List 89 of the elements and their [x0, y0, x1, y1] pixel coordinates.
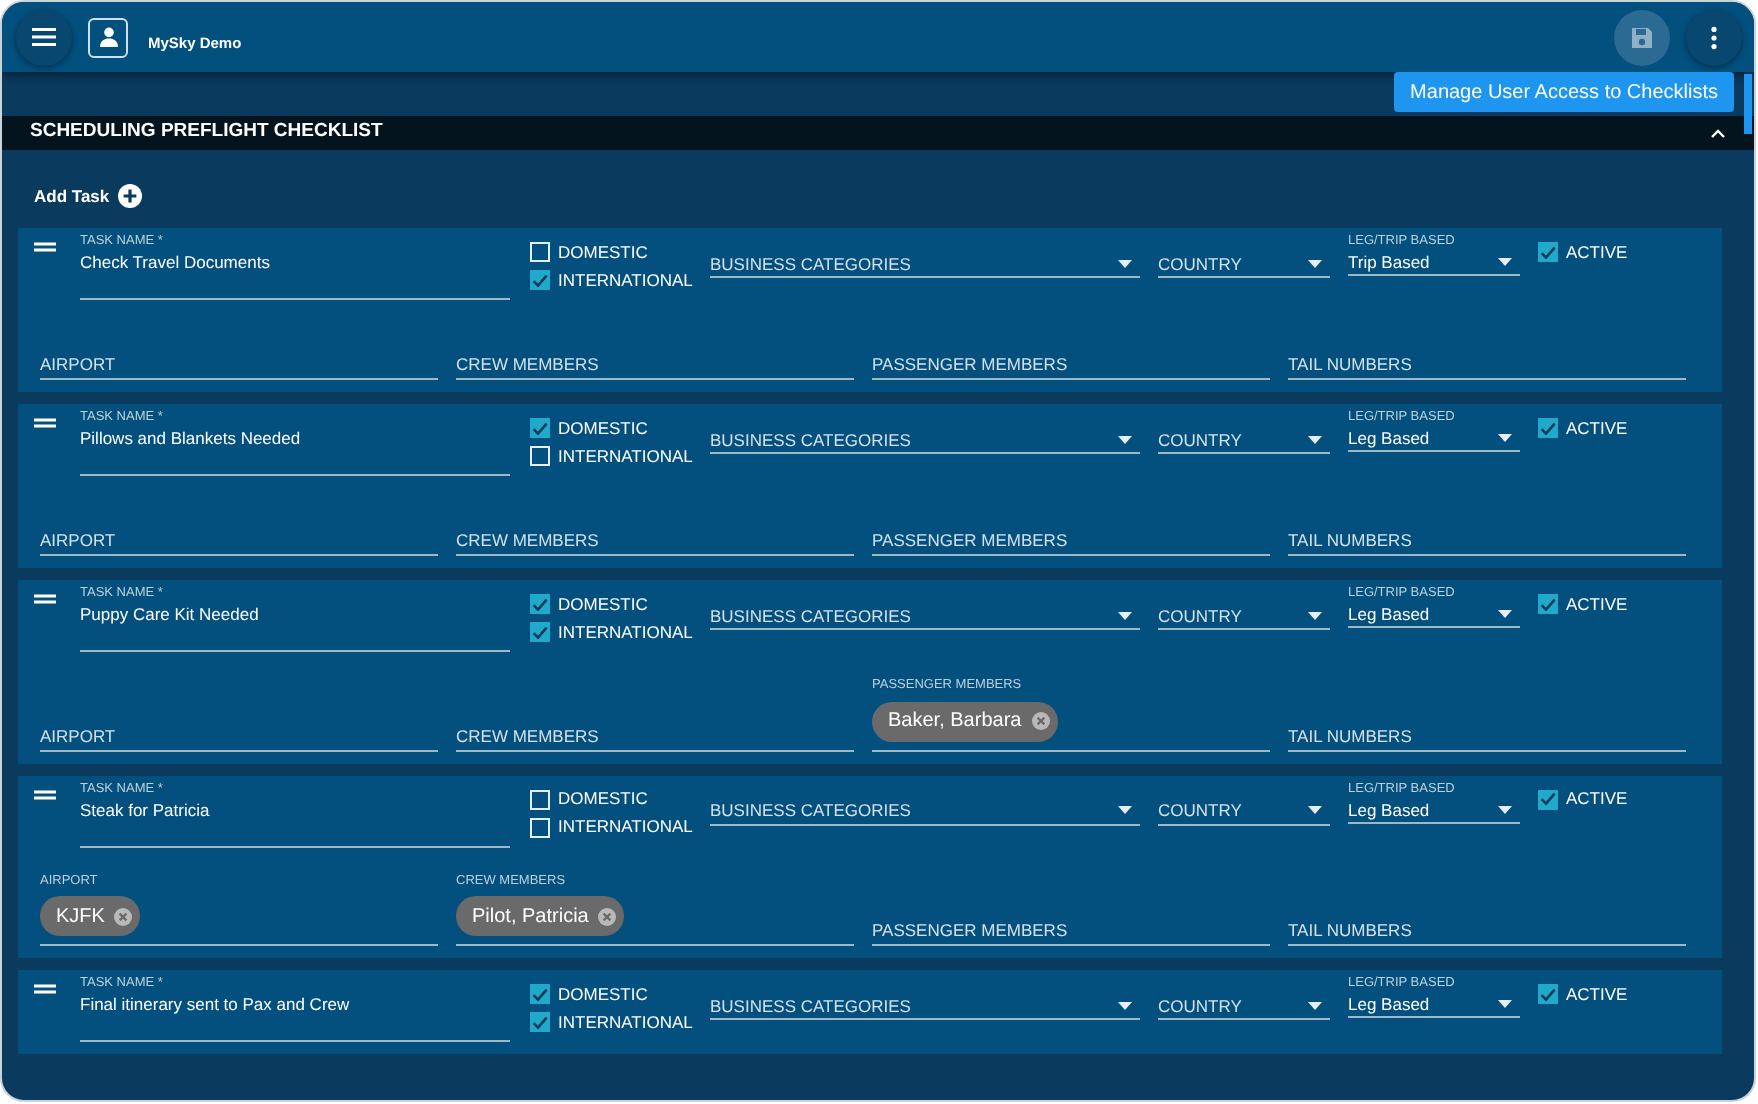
airport-field[interactable]: AIRPORT	[40, 723, 438, 751]
country-dropdown[interactable]: COUNTRY	[1158, 797, 1330, 825]
user-icon[interactable]	[88, 17, 128, 57]
more-options-icon	[1710, 25, 1718, 49]
caret-icon	[1308, 259, 1322, 267]
caret-icon	[1498, 805, 1512, 813]
caret-icon	[1118, 259, 1132, 267]
business-categories-dropdown[interactable]: BUSINESS CATEGORIES	[710, 992, 1140, 1020]
more-options-button[interactable]	[1686, 9, 1742, 65]
remove-icon[interactable]	[598, 907, 617, 925]
chip[interactable]: KJFK	[40, 896, 141, 936]
checkbox[interactable]: ACTIVE	[1538, 590, 1722, 618]
menu-icon	[32, 28, 56, 46]
business-categories-dropdown[interactable]: BUSINESS CATEGORIES	[710, 426, 1140, 454]
check-icon	[1540, 792, 1556, 806]
caret-icon	[1118, 806, 1132, 814]
chip[interactable]: Pilot, Patricia	[456, 896, 625, 936]
crew-members-field[interactable]: CREW MEMBERS	[456, 352, 854, 380]
remove-icon[interactable]	[1031, 712, 1050, 730]
caret-icon	[1118, 611, 1132, 619]
country-dropdown[interactable]: COUNTRY	[1158, 426, 1330, 454]
checkbox[interactable]: ACTIVE	[1538, 414, 1722, 442]
check-icon	[1540, 421, 1556, 435]
checkbox[interactable]: DOMESTIC	[530, 785, 686, 813]
check-icon	[1540, 597, 1556, 611]
chip[interactable]: Baker, Barbara	[872, 701, 1058, 741]
caret-icon	[1308, 1001, 1322, 1009]
caret-icon	[1308, 806, 1322, 814]
check-icon	[1540, 245, 1556, 259]
caret-icon	[1118, 1001, 1132, 1009]
crew-members-field[interactable]: CREW MEMBERS	[456, 528, 854, 556]
checkbox[interactable]: ACTIVE	[1538, 785, 1722, 813]
check-icon	[532, 421, 548, 435]
caret-icon	[1498, 1000, 1512, 1008]
tail-numbers-field[interactable]: TAIL NUMBERS	[1288, 918, 1686, 946]
country-dropdown[interactable]: COUNTRY	[1158, 602, 1330, 630]
field-value: Pillows and Blankets Needed	[80, 426, 303, 450]
field-value: Trip Based	[1348, 250, 1432, 274]
caret-icon	[1498, 434, 1512, 442]
section-header[interactable]: SCHEDULING PREFLIGHT CHECKLIST	[2, 116, 1754, 150]
save-button[interactable]	[1614, 9, 1670, 65]
add-icon	[117, 184, 142, 208]
checkbox[interactable]: DOMESTIC	[530, 238, 686, 266]
field-value: Puppy Care Kit Needed	[80, 602, 261, 626]
caret-icon	[1118, 435, 1132, 443]
checkbox[interactable]: ACTIVE	[1538, 980, 1722, 1008]
passenger-members-field[interactable]: PASSENGER MEMBERS	[872, 528, 1270, 556]
country-dropdown[interactable]: COUNTRY	[1158, 250, 1330, 278]
check-icon	[532, 273, 548, 287]
save-icon	[1630, 25, 1654, 49]
field-value: Final itinerary sent to Pax and Crew	[80, 992, 352, 1016]
menu-button[interactable]	[16, 9, 72, 65]
crew-members-field[interactable]: CREW MEMBERS	[456, 723, 854, 751]
checkbox[interactable]: DOMESTIC	[530, 980, 686, 1008]
field-value: Leg Based	[1348, 426, 1432, 450]
field-value: Leg Based	[1348, 602, 1432, 626]
section-title: SCHEDULING PREFLIGHT CHECKLIST	[30, 118, 383, 147]
business-categories-dropdown[interactable]: BUSINESS CATEGORIES	[710, 797, 1140, 825]
passenger-members-field[interactable]: PASSENGER MEMBERS	[872, 918, 1270, 946]
tail-numbers-field[interactable]: TAIL NUMBERS	[1288, 352, 1686, 380]
remove-icon[interactable]	[114, 907, 133, 925]
scrollbar[interactable]	[1744, 74, 1752, 134]
airport-field[interactable]: AIRPORT	[40, 528, 438, 556]
airport-field[interactable]: AIRPORT	[40, 352, 438, 380]
caret-icon	[1308, 611, 1322, 619]
field-value: Steak for Patricia	[80, 797, 212, 821]
business-categories-dropdown[interactable]: BUSINESS CATEGORIES	[710, 602, 1140, 630]
field-value: Leg Based	[1348, 992, 1432, 1016]
drag-handle-icon[interactable]	[34, 984, 62, 994]
caret-icon	[1498, 610, 1512, 618]
drag-handle-icon[interactable]	[34, 418, 62, 428]
collapse-icon[interactable]	[1710, 128, 1726, 138]
business-categories-dropdown[interactable]: BUSINESS CATEGORIES	[710, 250, 1140, 278]
checkbox[interactable]: DOMESTIC	[530, 590, 686, 618]
add-task-button[interactable]: Add Task	[2, 150, 142, 220]
caret-icon	[1308, 435, 1322, 443]
checkbox[interactable]: DOMESTIC	[530, 414, 686, 442]
drag-handle-icon[interactable]	[34, 594, 62, 604]
tail-numbers-field[interactable]: TAIL NUMBERS	[1288, 723, 1686, 751]
passenger-members-field[interactable]: PASSENGER MEMBERS	[872, 352, 1270, 380]
field-value: Check Travel Documents	[80, 250, 272, 274]
checkbox[interactable]: ACTIVE	[1538, 238, 1722, 266]
caret-icon	[1498, 258, 1512, 266]
check-icon	[1540, 987, 1556, 1001]
field-value: Leg Based	[1348, 797, 1432, 821]
drag-handle-icon[interactable]	[34, 242, 62, 252]
country-dropdown[interactable]: COUNTRY	[1158, 992, 1330, 1020]
drag-handle-icon[interactable]	[34, 789, 62, 799]
tail-numbers-field[interactable]: TAIL NUMBERS	[1288, 528, 1686, 556]
